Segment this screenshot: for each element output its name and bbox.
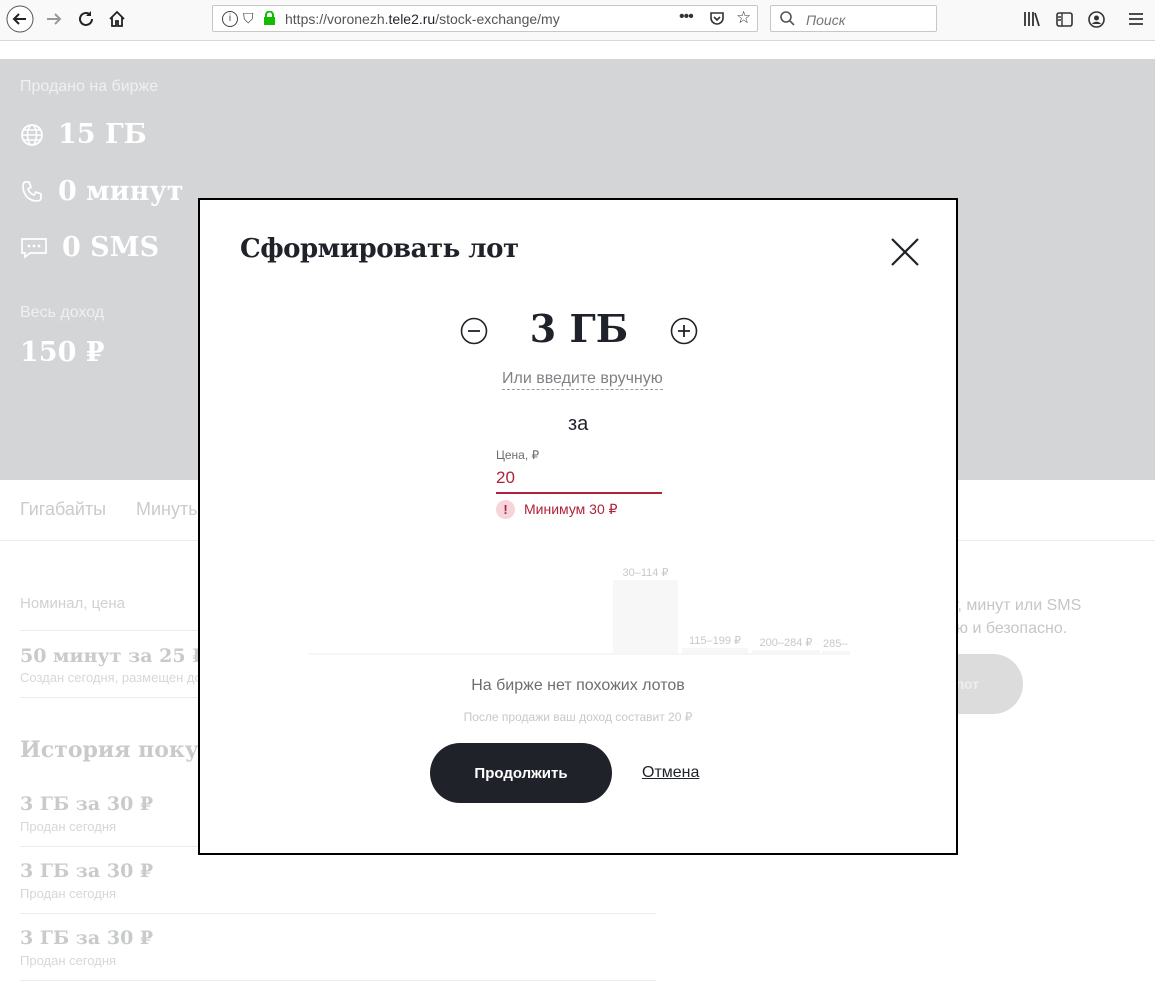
lot-title: 50 минут за 25 ₽: [20, 645, 206, 667]
cancel-link[interactable]: Отмена: [642, 764, 699, 782]
info-icon[interactable]: i: [222, 11, 238, 27]
price-error: Минимум 30 ₽: [524, 501, 618, 517]
chart-bar-label: 30–114 ₽: [623, 567, 669, 579]
history-item-subtitle: Продан сегодня: [20, 819, 117, 834]
pocket-icon[interactable]: [709, 10, 725, 31]
stat-sms-value: 0 SMS: [62, 232, 160, 263]
income-value: 150 ₽: [20, 337, 105, 368]
stat-minutes-value: 0 минут: [58, 176, 184, 207]
history-item-title: 3 ГБ за 30 ₽: [20, 927, 154, 949]
divider: [20, 980, 656, 981]
chart-bar-label: 200–284 ₽: [760, 637, 813, 649]
stat-gigabytes-value: 15 ГБ: [58, 119, 147, 150]
nominal-header: Номинал, цена: [20, 595, 125, 612]
manual-entry-link[interactable]: Или введите вручную: [502, 370, 663, 390]
divider: [20, 913, 656, 914]
sms-icon: [21, 237, 47, 259]
income-label: Весь доход: [20, 304, 105, 321]
chart-bar: [613, 580, 678, 653]
browser-toolbar: i ⛉ https://voronezh.tele2.ru/stock-exch…: [0, 0, 1155, 41]
globe-icon: [21, 123, 43, 146]
search-bar[interactable]: Поиск: [770, 5, 937, 32]
minus-circle-icon: [460, 317, 488, 345]
chart-bar: [682, 647, 748, 653]
lot-subtitle: Создан сегодня, размещен до: [20, 670, 202, 685]
home-icon[interactable]: [103, 4, 131, 34]
lock-icon: [263, 10, 276, 31]
history-item-title: 3 ГБ за 30 ₽: [20, 793, 154, 815]
plus-circle-icon: [670, 317, 698, 345]
tab-gigabytes[interactable]: Гигабайты: [20, 499, 106, 520]
chart-bar-label: 285–: [823, 638, 848, 650]
phone-icon: [22, 180, 42, 202]
price-distribution-chart: 30–114 ₽ 115–199 ₽ 200–284 ₽ 285–: [308, 567, 850, 655]
sold-label: Продано на бирже: [20, 78, 159, 95]
chart-bar-label: 115–199 ₽: [689, 635, 741, 647]
continue-button[interactable]: Продолжить: [430, 743, 612, 803]
forward-icon[interactable]: [40, 4, 68, 34]
lot-amount: 3 ГБ: [529, 306, 629, 351]
stat-gigabytes: 15 ГБ: [20, 119, 147, 150]
stat-sms: 0 SMS: [20, 232, 159, 263]
history-item-title: 3 ГБ за 30 ₽: [20, 860, 154, 882]
promo-text-line2: ю и безопасно.: [956, 620, 1068, 637]
menu-icon[interactable]: [1122, 4, 1150, 34]
for-label: за: [568, 413, 589, 435]
income-note: После продажи ваш доход составит 20 ₽: [463, 710, 693, 724]
sidebar-icon[interactable]: [1050, 4, 1078, 34]
shield-icon[interactable]: ⛉: [243, 10, 254, 27]
chart-bar: [822, 650, 850, 653]
error-icon: !: [496, 500, 515, 519]
modal-title: Сформировать лот: [240, 234, 519, 264]
reload-icon[interactable]: [72, 4, 100, 34]
search-icon: [779, 10, 796, 32]
back-icon[interactable]: [6, 4, 34, 34]
increase-button[interactable]: [670, 317, 698, 345]
decrease-button[interactable]: [460, 317, 488, 345]
url-text[interactable]: https://voronezh.tele2.ru/stock-exchange…: [285, 11, 560, 27]
tab-minutes[interactable]: Минуты: [136, 499, 201, 520]
more-icon[interactable]: •••: [679, 8, 694, 26]
bookmark-star-icon[interactable]: ☆: [736, 8, 751, 28]
account-icon[interactable]: [1082, 4, 1110, 34]
chart-bar: [752, 650, 820, 653]
price-label: Цена, ₽: [496, 448, 540, 462]
no-similar-lots: На бирже нет похожих лотов: [471, 677, 685, 694]
stat-minutes: 0 минут: [20, 176, 183, 207]
url-bar[interactable]: i ⛉ https://voronezh.tele2.ru/stock-exch…: [212, 5, 758, 32]
price-input[interactable]: [496, 464, 662, 494]
search-placeholder: Поиск: [806, 12, 846, 28]
history-item-subtitle: Продан сегодня: [20, 886, 117, 901]
close-icon[interactable]: [890, 237, 920, 267]
create-lot-modal: Сформировать лот 3 ГБ Или введите вручну…: [198, 198, 958, 855]
history-item-subtitle: Продан сегодня: [20, 953, 117, 968]
library-icon[interactable]: [1018, 4, 1046, 34]
promo-text-line1: йт, минут или SMS: [943, 597, 1082, 614]
